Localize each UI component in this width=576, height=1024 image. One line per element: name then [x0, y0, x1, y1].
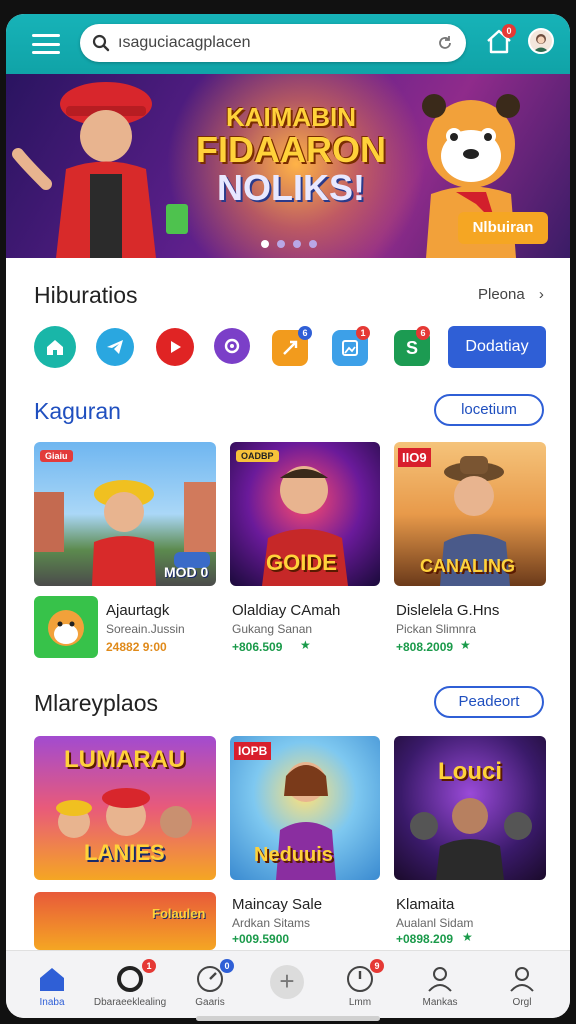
- app-badge: 1: [356, 326, 370, 340]
- game-card[interactable]: LUMARAU LANIES: [34, 736, 216, 880]
- card-tag: IOPB: [234, 742, 272, 760]
- pager-dot[interactable]: [309, 240, 317, 248]
- card-label: LANIES: [84, 840, 165, 865]
- game-developer: Aualanl Sidam: [396, 916, 474, 930]
- nav-item-profile[interactable]: Orgl: [482, 951, 562, 1018]
- nav-badge: 9: [370, 959, 384, 973]
- search-bar[interactable]: [80, 24, 466, 62]
- pager-dot[interactable]: [293, 240, 301, 248]
- section-action-button[interactable]: locetium: [434, 394, 544, 426]
- top-bar: 0: [6, 14, 570, 74]
- card-tag: OADBP: [236, 450, 279, 462]
- game-name[interactable]: Ajaurtagk: [106, 602, 169, 619]
- nav-label: Lmm: [348, 997, 372, 1008]
- nav-item-games[interactable]: 0 Gaaris: [170, 951, 250, 1018]
- nav-item-home[interactable]: Inaba: [12, 951, 92, 1018]
- game-developer: Gukang Sanan: [232, 622, 313, 636]
- nav-label: Inaba: [39, 997, 65, 1008]
- see-all-label: Pleona: [478, 286, 525, 303]
- nav-item-add[interactable]: +: [246, 951, 326, 1018]
- nav-item-people[interactable]: Mankas: [400, 951, 480, 1018]
- nav-badge: 0: [220, 959, 234, 973]
- game-card[interactable]: IOPB Neduuis: [230, 736, 380, 880]
- avatar[interactable]: [528, 28, 554, 54]
- person-icon: [428, 967, 452, 992]
- nav-label: Mankas: [422, 997, 458, 1008]
- game-developer: Pickan Slimnra: [396, 622, 477, 636]
- app-badge: 6: [298, 326, 312, 340]
- game-price: +808.2009: [396, 640, 454, 654]
- nav-label: Orgl: [512, 997, 532, 1008]
- pager-dot[interactable]: [261, 240, 269, 248]
- banner-pager[interactable]: [261, 240, 317, 248]
- star-icon: ★: [462, 930, 473, 944]
- telegram-app-icon[interactable]: [96, 328, 134, 366]
- star-icon: ★: [460, 638, 471, 652]
- menu-icon[interactable]: [32, 34, 60, 54]
- card-label: GOIDE: [266, 550, 337, 575]
- youtube-app-icon[interactable]: [156, 328, 194, 366]
- search-input[interactable]: [118, 34, 436, 52]
- card-tag: IIO9: [398, 448, 431, 467]
- game-card[interactable]: Folaulen: [34, 892, 216, 950]
- section-action-button[interactable]: Peadeort: [434, 686, 544, 718]
- game-price: 24882 9:00: [106, 640, 167, 654]
- nav-badge: 1: [142, 959, 156, 973]
- home-app-icon[interactable]: [34, 326, 76, 368]
- nav-item-timer[interactable]: 9 Lmm: [320, 951, 400, 1018]
- primary-action-button[interactable]: Dodatiay: [448, 326, 546, 368]
- game-price: +0898.209: [396, 932, 454, 946]
- game-name[interactable]: Olaldiay CAmah: [232, 602, 340, 619]
- see-all-link[interactable]: Pleona ›: [478, 286, 544, 303]
- search-icon: [92, 34, 110, 52]
- card-label: MOD 0: [164, 564, 209, 580]
- home-indicator[interactable]: [196, 1016, 380, 1021]
- card-label: CANALING: [420, 556, 515, 576]
- pager-dot[interactable]: [277, 240, 285, 248]
- refresh-icon[interactable]: [436, 34, 454, 52]
- app-badge: 6: [416, 326, 430, 340]
- banner-title: KAIMABIN FIDAARON NOLIKS!: [196, 102, 386, 209]
- chat-app-icon[interactable]: [214, 328, 250, 364]
- game-developer: Ardkan Sitams: [232, 916, 311, 930]
- bottom-nav: Inaba 1 Dbaraeeklealing 0 Gaaris + 9 Lmm…: [6, 950, 570, 1018]
- game-name[interactable]: Maincay Sale: [232, 896, 322, 913]
- card-label: Neduuis: [254, 844, 333, 866]
- card-label: LUMARAU: [64, 746, 186, 773]
- card-tag: Giaiu: [40, 450, 73, 462]
- game-card[interactable]: OADBP GOIDE: [230, 442, 380, 586]
- card-label: Folaulen: [152, 906, 206, 921]
- section-title: Mlareyplaos: [34, 690, 158, 716]
- game-price: +806.509: [232, 640, 283, 654]
- nav-label: Gaaris: [195, 997, 225, 1008]
- card-label: Louci: [438, 758, 502, 785]
- profile-icon: [510, 967, 534, 992]
- app-frame: 0 KAIMABIN FIDAA: [6, 14, 570, 1018]
- nav-item-feed[interactable]: 1 Dbaraeeklealing: [90, 951, 170, 1018]
- banner-cta-button[interactable]: Nlbuiran: [458, 212, 548, 244]
- game-card[interactable]: IIO9 CANALING: [394, 442, 546, 586]
- promo-banner[interactable]: KAIMABIN FIDAARON NOLIKS! Nlbuiran: [6, 74, 570, 258]
- game-card[interactable]: Giaiu MOD 0: [34, 442, 216, 586]
- section-title: Hiburatios: [34, 282, 138, 308]
- add-icon: +: [270, 965, 304, 999]
- section-title: Kaguran: [34, 398, 121, 424]
- game-price: +009.5900: [232, 932, 290, 946]
- character-illustration: [12, 82, 188, 258]
- game-name[interactable]: Dislelela G.Hns: [396, 602, 499, 619]
- notification-badge: 0: [502, 24, 516, 38]
- game-thumbnail[interactable]: [34, 596, 98, 658]
- circle-icon: [117, 966, 143, 992]
- star-icon: ★: [300, 638, 311, 652]
- game-developer: Soreain.Jussin: [106, 622, 185, 636]
- home-icon: [40, 968, 64, 991]
- game-card[interactable]: Louci: [394, 736, 546, 880]
- nav-label: Dbaraeeklealing: [93, 997, 167, 1008]
- chevron-right-icon: ›: [538, 286, 544, 303]
- game-name[interactable]: Klamaita: [396, 896, 454, 913]
